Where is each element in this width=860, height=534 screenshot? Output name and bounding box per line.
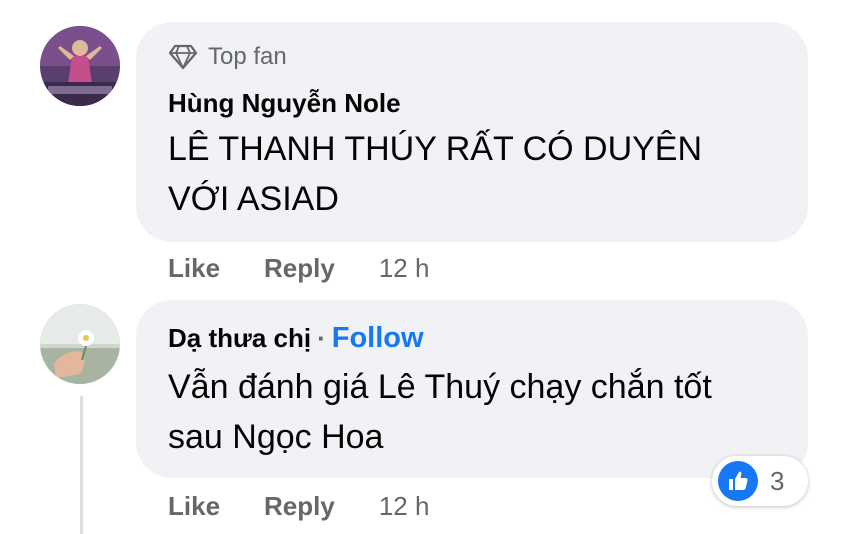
like-button[interactable]: Like: [168, 253, 220, 284]
thumbs-up-icon: [718, 461, 758, 501]
avatar[interactable]: [40, 26, 120, 106]
comment-author[interactable]: Dạ thưa chị: [168, 323, 311, 354]
timestamp[interactable]: 12 h: [379, 491, 430, 522]
comment-text: LÊ THANH THÚY RẤT CÓ DUYÊN VỚI ASIAD: [168, 124, 702, 224]
reaction-count: 3: [770, 465, 785, 496]
comment-text-line: Vẫn đánh giá Lê Thuý chạy chắn tốt: [168, 368, 712, 406]
reply-button[interactable]: Reply: [264, 253, 335, 284]
like-button[interactable]: Like: [168, 491, 220, 522]
comment-text-line: LÊ THANH THÚY RẤT CÓ DUYÊN: [168, 130, 703, 168]
follow-button[interactable]: Follow: [332, 322, 424, 355]
top-fan-badge: Top fan: [168, 42, 287, 72]
badge-label: Top fan: [208, 43, 287, 70]
comment-text-line: VỚI ASIAD: [168, 180, 339, 218]
comment-author[interactable]: Hùng Nguyễn Nole: [168, 88, 401, 119]
avatar[interactable]: [40, 304, 120, 384]
separator-dot: ·: [317, 323, 326, 353]
reply-button[interactable]: Reply: [264, 491, 335, 522]
comment-text-line: sau Ngọc Hoa: [168, 418, 384, 456]
diamond-icon: [168, 44, 198, 70]
reaction-summary[interactable]: 3: [712, 456, 808, 506]
comment-header: Dạ thưa chị · Follow: [168, 322, 424, 355]
comment-actions: Like Reply 12 h: [168, 490, 429, 522]
comment-text: Vẫn đánh giá Lê Thuý chạy chắn tốt sau N…: [168, 362, 712, 462]
comment-actions: Like Reply 12 h: [168, 252, 429, 284]
comment-thread: Top fan Hùng Nguyễn Nole LÊ THANH THÚY R…: [0, 0, 860, 534]
timestamp[interactable]: 12 h: [379, 253, 430, 284]
thread-line: [80, 396, 83, 534]
